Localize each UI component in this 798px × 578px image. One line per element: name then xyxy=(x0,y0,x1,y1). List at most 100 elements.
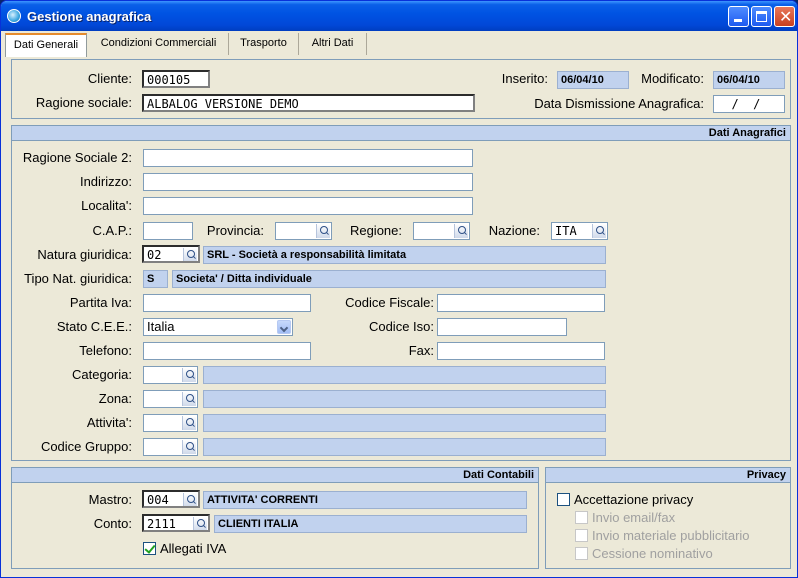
conto-desc: CLIENTI ITALIA xyxy=(214,515,527,533)
inserito-value: 06/04/10 xyxy=(557,71,629,89)
codice-iso-label: Codice Iso: xyxy=(368,319,434,334)
mastro-code: 004 xyxy=(147,493,169,507)
mastro-label: Mastro: xyxy=(88,492,132,507)
window-title: Gestione anagrafica xyxy=(27,9,152,24)
invio-materiale-checkbox[interactable] xyxy=(575,529,588,542)
tab-bar: Dati Generali Condizioni Commerciali Tra… xyxy=(5,33,791,57)
codice-gruppo-field[interactable] xyxy=(143,438,198,456)
telefono-field[interactable] xyxy=(143,342,311,360)
tab-altri-dati[interactable]: Altri Dati xyxy=(299,33,367,55)
tab-dati-generali[interactable]: Dati Generali xyxy=(5,33,87,57)
modificato-value: 06/04/10 xyxy=(713,71,785,89)
cessione-checkbox[interactable] xyxy=(575,547,588,560)
app-icon xyxy=(7,9,21,23)
nazione-label: Nazione: xyxy=(488,223,540,238)
tab-trasporto[interactable]: Trasporto xyxy=(229,33,299,55)
cap-label: C.A.P.: xyxy=(92,223,132,238)
localita-field[interactable] xyxy=(143,197,473,215)
chevron-down-icon[interactable] xyxy=(277,320,291,334)
ragione-sociale-field[interactable]: ALBALOG VERSIONE DEMO xyxy=(142,94,475,112)
zona-label: Zona: xyxy=(98,391,132,406)
modificato-label: Modificato: xyxy=(641,71,704,86)
allegati-iva-checkbox[interactable] xyxy=(143,542,156,555)
attivita-field[interactable] xyxy=(143,414,198,432)
categoria-label: Categoria: xyxy=(72,367,132,382)
lookup-icon[interactable] xyxy=(182,440,196,454)
tipo-nat-desc: Societa' / Ditta individuale xyxy=(172,270,606,288)
invio-materiale-label: Invio materiale pubblicitario xyxy=(592,528,750,543)
indirizzo-field[interactable] xyxy=(143,173,473,191)
stato-cee-label: Stato C.E.E.: xyxy=(56,319,132,334)
tab-label: Altri Dati xyxy=(311,37,354,49)
title-bar[interactable]: Gestione anagrafica ✕ xyxy=(1,1,797,31)
codice-fiscale-label: Codice Fiscale: xyxy=(345,295,434,310)
natura-desc: SRL - Società a responsabilità limitata xyxy=(203,246,606,264)
lookup-icon[interactable] xyxy=(182,392,196,406)
stato-cee-select[interactable]: Italia xyxy=(143,318,293,336)
nazione-value: ITA xyxy=(555,224,577,238)
accettazione-privacy-checkbox[interactable] xyxy=(557,493,570,506)
regione-field[interactable] xyxy=(413,222,470,240)
mastro-code-field[interactable]: 004 xyxy=(142,490,200,508)
provincia-field[interactable] xyxy=(275,222,332,240)
lookup-icon[interactable] xyxy=(183,493,197,506)
main-window: Gestione anagrafica ✕ Dati Generali Cond… xyxy=(0,0,798,578)
lookup-icon[interactable] xyxy=(316,224,330,238)
codice-gruppo-label: Codice Gruppo: xyxy=(40,439,132,454)
allegati-iva-label: Allegati IVA xyxy=(160,541,227,556)
natura-code-field[interactable]: 02 xyxy=(142,245,200,263)
codice-gruppo-desc xyxy=(203,438,606,456)
mastro-desc: ATTIVITA' CORRENTI xyxy=(203,491,527,509)
tipo-nat-code: S xyxy=(143,270,168,288)
tab-label: Dati Generali xyxy=(13,39,79,51)
lookup-icon[interactable] xyxy=(592,224,606,238)
invio-email-checkbox[interactable] xyxy=(575,511,588,524)
zona-field[interactable] xyxy=(143,390,198,408)
attivita-label: Attivita': xyxy=(86,415,132,430)
lookup-icon[interactable] xyxy=(183,248,197,261)
nazione-field[interactable]: ITA xyxy=(551,222,608,240)
provincia-label: Provincia: xyxy=(206,223,264,238)
tab-label: Trasporto xyxy=(240,37,287,49)
tab-condizioni-commerciali[interactable]: Condizioni Commerciali xyxy=(89,33,229,55)
codice-fiscale-field[interactable] xyxy=(437,294,605,312)
ragione-sociale2-label: Ragione Sociale 2: xyxy=(22,150,132,165)
minimize-icon xyxy=(734,19,742,22)
lookup-icon[interactable] xyxy=(182,416,196,430)
partita-iva-label: Partita Iva: xyxy=(69,295,132,310)
anagrafici-header: Dati Anagrafici xyxy=(12,126,790,141)
conto-label: Conto: xyxy=(93,516,132,531)
ragione-sociale2-field[interactable] xyxy=(143,149,473,167)
close-button[interactable]: ✕ xyxy=(774,6,795,27)
tab-label: Condizioni Commerciali xyxy=(100,37,217,49)
minimize-button[interactable] xyxy=(728,6,749,27)
fax-field[interactable] xyxy=(437,342,605,360)
lookup-icon[interactable] xyxy=(193,517,207,530)
conto-code-field[interactable]: 2111 xyxy=(142,514,210,532)
close-icon: ✕ xyxy=(779,9,793,26)
dismissione-field[interactable]: / / xyxy=(713,95,785,113)
accettazione-privacy-label: Accettazione privacy xyxy=(574,492,694,507)
maximize-button[interactable] xyxy=(751,6,772,27)
cliente-field[interactable]: 000105 xyxy=(142,70,210,88)
natura-label: Natura giuridica: xyxy=(37,247,132,262)
maximize-icon xyxy=(756,11,767,22)
telefono-label: Telefono: xyxy=(79,343,132,358)
partita-iva-field[interactable] xyxy=(143,294,311,312)
categoria-field[interactable] xyxy=(143,366,198,384)
header-panel: Cliente: 000105 Ragione sociale: ALBALOG… xyxy=(11,59,791,119)
inserito-label: Inserito: xyxy=(501,71,548,86)
codice-iso-field[interactable] xyxy=(437,318,567,336)
invio-email-label: Invio email/fax xyxy=(592,510,676,525)
lookup-icon[interactable] xyxy=(454,224,468,238)
localita-label: Localita': xyxy=(81,198,132,213)
cap-field[interactable] xyxy=(143,222,193,240)
privacy-header: Privacy xyxy=(546,468,790,483)
indirizzo-label: Indirizzo: xyxy=(79,174,132,189)
lookup-icon[interactable] xyxy=(182,368,196,382)
cliente-label: Cliente: xyxy=(87,71,132,86)
zona-desc xyxy=(203,390,606,408)
attivita-desc xyxy=(203,414,606,432)
contabili-header: Dati Contabili xyxy=(12,468,538,483)
dismissione-label: Data Dismissione Anagrafica: xyxy=(534,96,704,111)
